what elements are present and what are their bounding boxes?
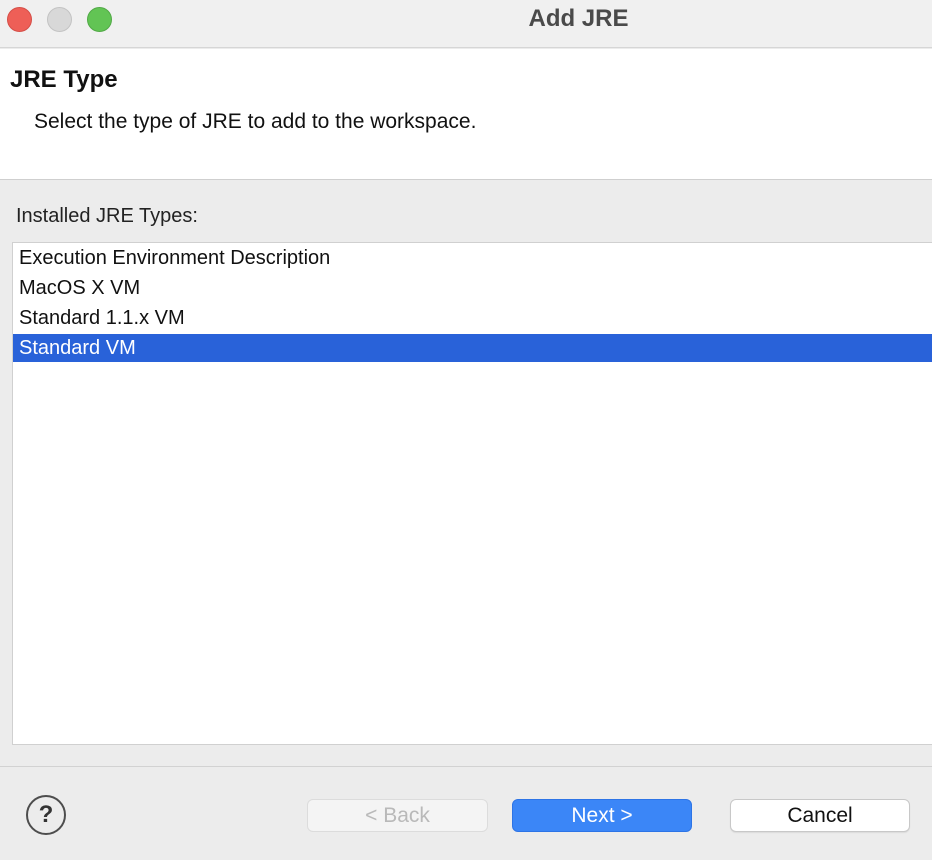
jre-types-list[interactable]: Execution Environment Description MacOS … <box>12 242 932 745</box>
back-button[interactable]: < Back <box>307 799 488 832</box>
wizard-header: JRE Type Select the type of JRE to add t… <box>0 49 932 180</box>
question-mark-icon[interactable]: ? <box>26 795 66 835</box>
list-item-macos-x-vm[interactable]: MacOS X VM <box>13 274 932 302</box>
list-item-standard-1-1-x-vm[interactable]: Standard 1.1.x VM <box>13 304 932 332</box>
page-title: JRE Type <box>10 66 118 93</box>
title-bar: Add JRE <box>0 0 932 48</box>
list-item-standard-vm[interactable]: Standard VM <box>13 334 932 362</box>
cancel-button[interactable]: Cancel <box>730 799 910 832</box>
page-description: Select the type of JRE to add to the wor… <box>34 110 477 133</box>
add-jre-dialog: Add JRE JRE Type Select the type of JRE … <box>0 0 932 860</box>
window-title: Add JRE <box>528 5 629 32</box>
next-button[interactable]: Next > <box>512 799 692 832</box>
jre-types-label: Installed JRE Types: <box>16 205 198 227</box>
footer-divider <box>0 766 932 767</box>
list-item-execution-environment-description[interactable]: Execution Environment Description <box>13 244 932 272</box>
